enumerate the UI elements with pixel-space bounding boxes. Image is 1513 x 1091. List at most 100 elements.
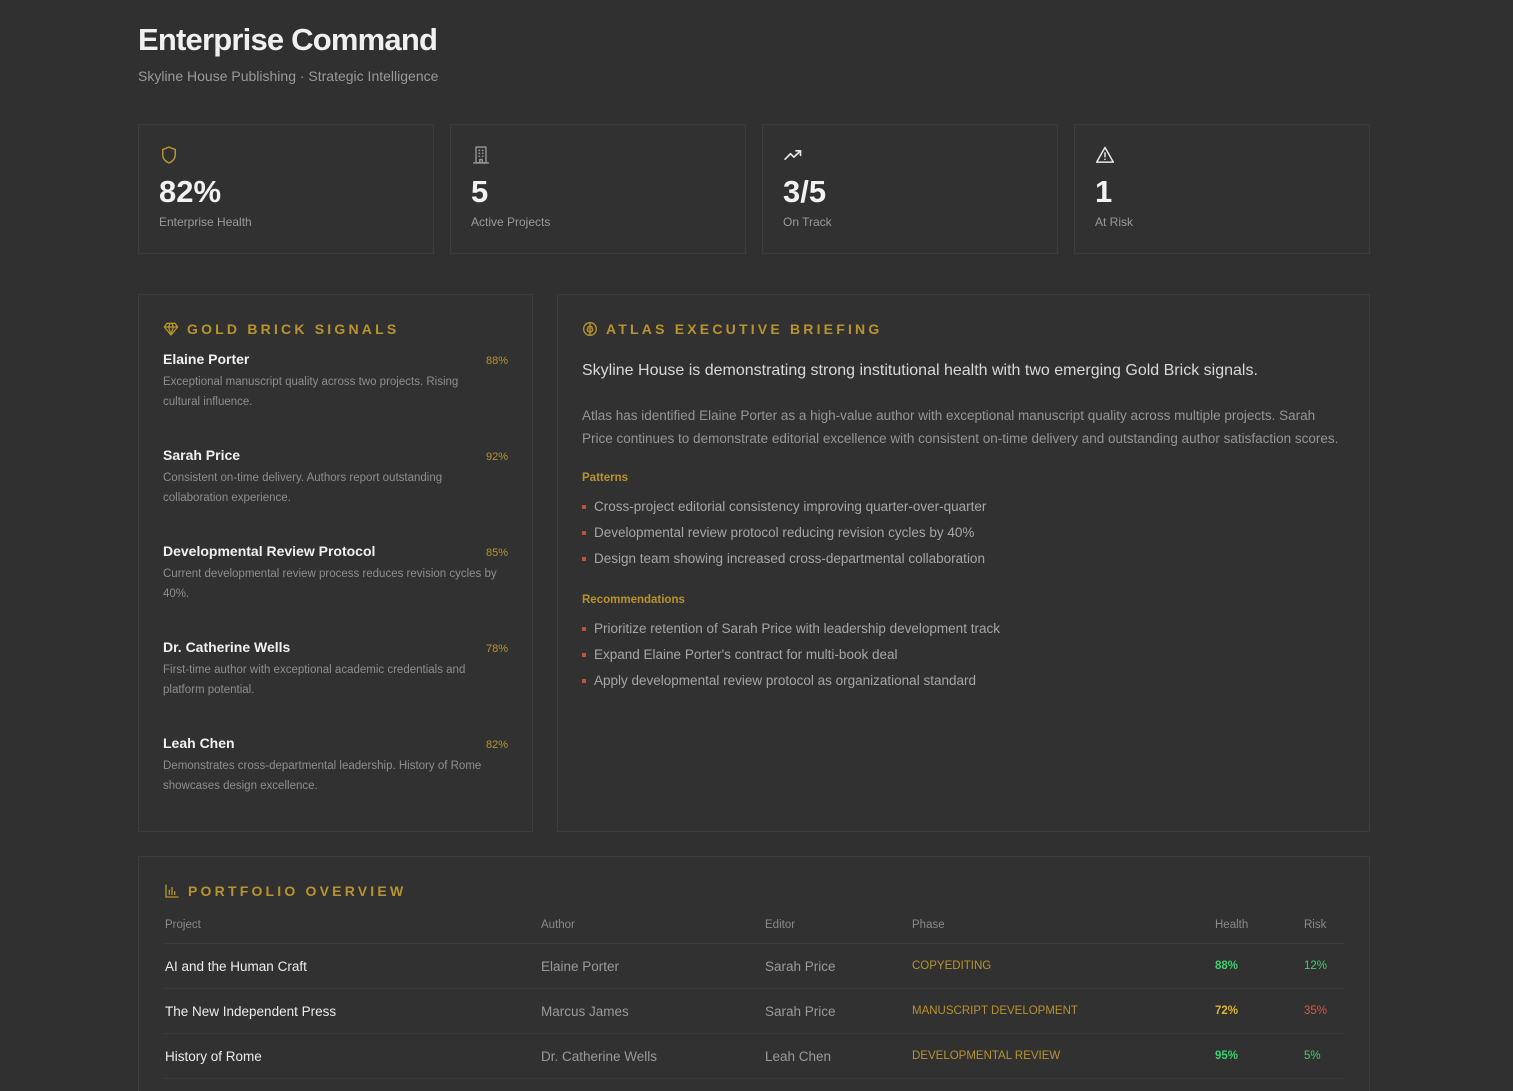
section-title: PORTFOLIO OVERVIEW [188,883,407,899]
column-header-phase[interactable]: Phase [911,919,1214,944]
column-header-author[interactable]: Author [540,919,764,944]
pattern-text: Design team showing increased cross-depa… [594,551,985,566]
recommendation-text: Apply developmental review protocol as o… [594,673,976,688]
pattern-item: Cross-project editorial consistency impr… [582,494,1345,520]
pattern-item: Developmental review protocol reducing r… [582,520,1345,546]
kpi-row: 82% Enterprise Health 5 Active Projects … [138,124,1370,254]
author-cell: Elaine Porter [540,943,764,989]
author-cell: Dr. Catherine Wells [540,1033,764,1079]
phase-cell: COPYEDITING [911,943,1214,989]
bullet-icon [582,679,586,683]
editor-cell: Sarah Price [764,988,911,1034]
phase-cell: MANUSCRIPT DEVELOPMENT [911,988,1214,1034]
signal-score: 82% [485,739,508,751]
phase-cell: DEVELOPMENTAL REVIEW [911,1033,1214,1079]
gold-brick-signals-panel: GOLD BRICK SIGNALS Elaine Porter 88% Exc… [138,294,533,832]
risk-cell: 12% [1303,943,1344,989]
table-header-row: Project Author Editor Phase Health Risk [164,919,1344,944]
section-title: GOLD BRICK SIGNALS [187,321,400,337]
signal-name: Elaine Porter [163,351,250,367]
briefing-body: Atlas has identified Elaine Porter as a … [582,408,1339,446]
recommendation-item: Apply developmental review protocol as o… [582,668,1345,694]
kpi-card-enterprise-health[interactable]: 82% Enterprise Health [138,124,434,254]
shield-icon [162,146,176,164]
editor-cell: Leah Chen [764,1033,911,1079]
table-row[interactable]: AI and the Human Craft Elaine Porter Sar… [164,943,1344,989]
page-title: Enterprise Command [138,22,438,57]
briefing-lead: Skyline House is demonstrating strong in… [582,362,1258,379]
bullet-icon [582,531,586,535]
page-subtitle: Skyline House Publishing · Strategic Int… [138,68,439,84]
gem-icon [163,322,179,336]
editor-cell: Sarah Price [764,943,911,989]
column-header-health[interactable]: Health [1214,919,1303,944]
project-cell: The New Independent Press [164,988,540,1034]
kpi-value: 1 [1095,174,1113,209]
recommendation-item: Expand Elaine Porter's contract for mult… [582,642,1345,668]
kpi-value: 3/5 [783,174,827,209]
signal-description: First-time author with exceptional acade… [163,664,466,696]
signal-name: Dr. Catherine Wells [163,639,291,655]
kpi-card-on-track[interactable]: 3/5 On Track [762,124,1058,254]
column-header-risk[interactable]: Risk [1303,919,1344,944]
table-row[interactable]: The New Independent Press Marcus James S… [164,988,1344,1034]
building-icon [473,146,489,164]
recommendation-item: Prioritize retention of Sarah Price with… [582,616,1345,642]
recommendation-text: Prioritize retention of Sarah Price with… [594,621,1000,636]
kpi-label: Active Projects [471,215,551,229]
section-header: ATLAS EXECUTIVE BRIEFING [582,321,1345,337]
pattern-text: Developmental review protocol reducing r… [594,525,975,540]
kpi-value: 5 [471,174,489,209]
risk-cell: 5% [1303,1033,1344,1079]
signal-item[interactable]: Sarah Price 92% Consistent on-time deliv… [163,447,508,543]
signal-list: Elaine Porter 88% Exceptional manuscript… [163,351,508,831]
section-header: PORTFOLIO OVERVIEW [164,883,1344,899]
middle-row: GOLD BRICK SIGNALS Elaine Porter 88% Exc… [138,294,1370,832]
kpi-value: 82% [159,174,222,209]
signal-score: 85% [485,547,508,559]
section-title: ATLAS EXECUTIVE BRIEFING [606,321,883,337]
alert-triangle-icon [1095,146,1115,163]
signal-description: Demonstrates cross-departmental leadersh… [163,760,482,792]
signal-item[interactable]: Leah Chen 82% Demonstrates cross-departm… [163,735,508,831]
bullet-icon [582,557,586,561]
signal-item[interactable]: Developmental Review Protocol 85% Curren… [163,543,508,639]
pattern-text: Cross-project editorial consistency impr… [594,499,987,514]
signal-score: 78% [485,643,508,655]
signal-name: Developmental Review Protocol [163,543,376,559]
project-cell: History of Rome [164,1033,540,1079]
table-row[interactable]: History of Rome Dr. Catherine Wells Leah… [164,1033,1344,1079]
kpi-label: On Track [783,215,832,229]
patterns-heading: Patterns [582,472,629,484]
recommendation-text: Expand Elaine Porter's contract for mult… [594,647,898,662]
bullet-icon [582,653,586,657]
page: Enterprise Command Skyline House Publish… [0,0,1513,1091]
signal-item[interactable]: Elaine Porter 88% Exceptional manuscript… [163,351,508,447]
portfolio-overview-panel: PORTFOLIO OVERVIEW Project Author Editor… [138,856,1370,1091]
column-header-editor[interactable]: Editor [764,919,911,944]
kpi-card-at-risk[interactable]: 1 At Risk [1074,124,1370,254]
project-cell: AI and the Human Craft [164,943,540,989]
signal-score: 88% [485,355,508,367]
health-cell: 95% [1214,1033,1303,1079]
atlas-briefing-panel: ATLAS EXECUTIVE BRIEFING Skyline House i… [557,294,1370,832]
health-cell: 88% [1214,943,1303,989]
bullet-icon [582,627,586,631]
recommendations-list: Prioritize retention of Sarah Price with… [582,616,1345,694]
pattern-item: Design team showing increased cross-depa… [582,546,1345,572]
kpi-label: At Risk [1095,215,1134,229]
author-cell: Marcus James [540,988,764,1034]
trending-up-icon [784,150,802,160]
kpi-label: Enterprise Health [159,215,252,229]
column-header-project[interactable]: Project [164,919,540,944]
signal-name: Leah Chen [163,735,235,751]
signal-item[interactable]: Dr. Catherine Wells 78% First-time autho… [163,639,508,735]
patterns-list: Cross-project editorial consistency impr… [582,494,1345,572]
signal-description: Exceptional manuscript quality across tw… [163,376,459,408]
signal-description: Current developmental review process red… [163,568,497,600]
signal-description: Consistent on-time delivery. Authors rep… [163,472,443,504]
signal-name: Sarah Price [163,447,241,463]
section-header: GOLD BRICK SIGNALS [163,321,508,337]
risk-cell: 35% [1303,988,1344,1034]
kpi-card-active-projects[interactable]: 5 Active Projects [450,124,746,254]
